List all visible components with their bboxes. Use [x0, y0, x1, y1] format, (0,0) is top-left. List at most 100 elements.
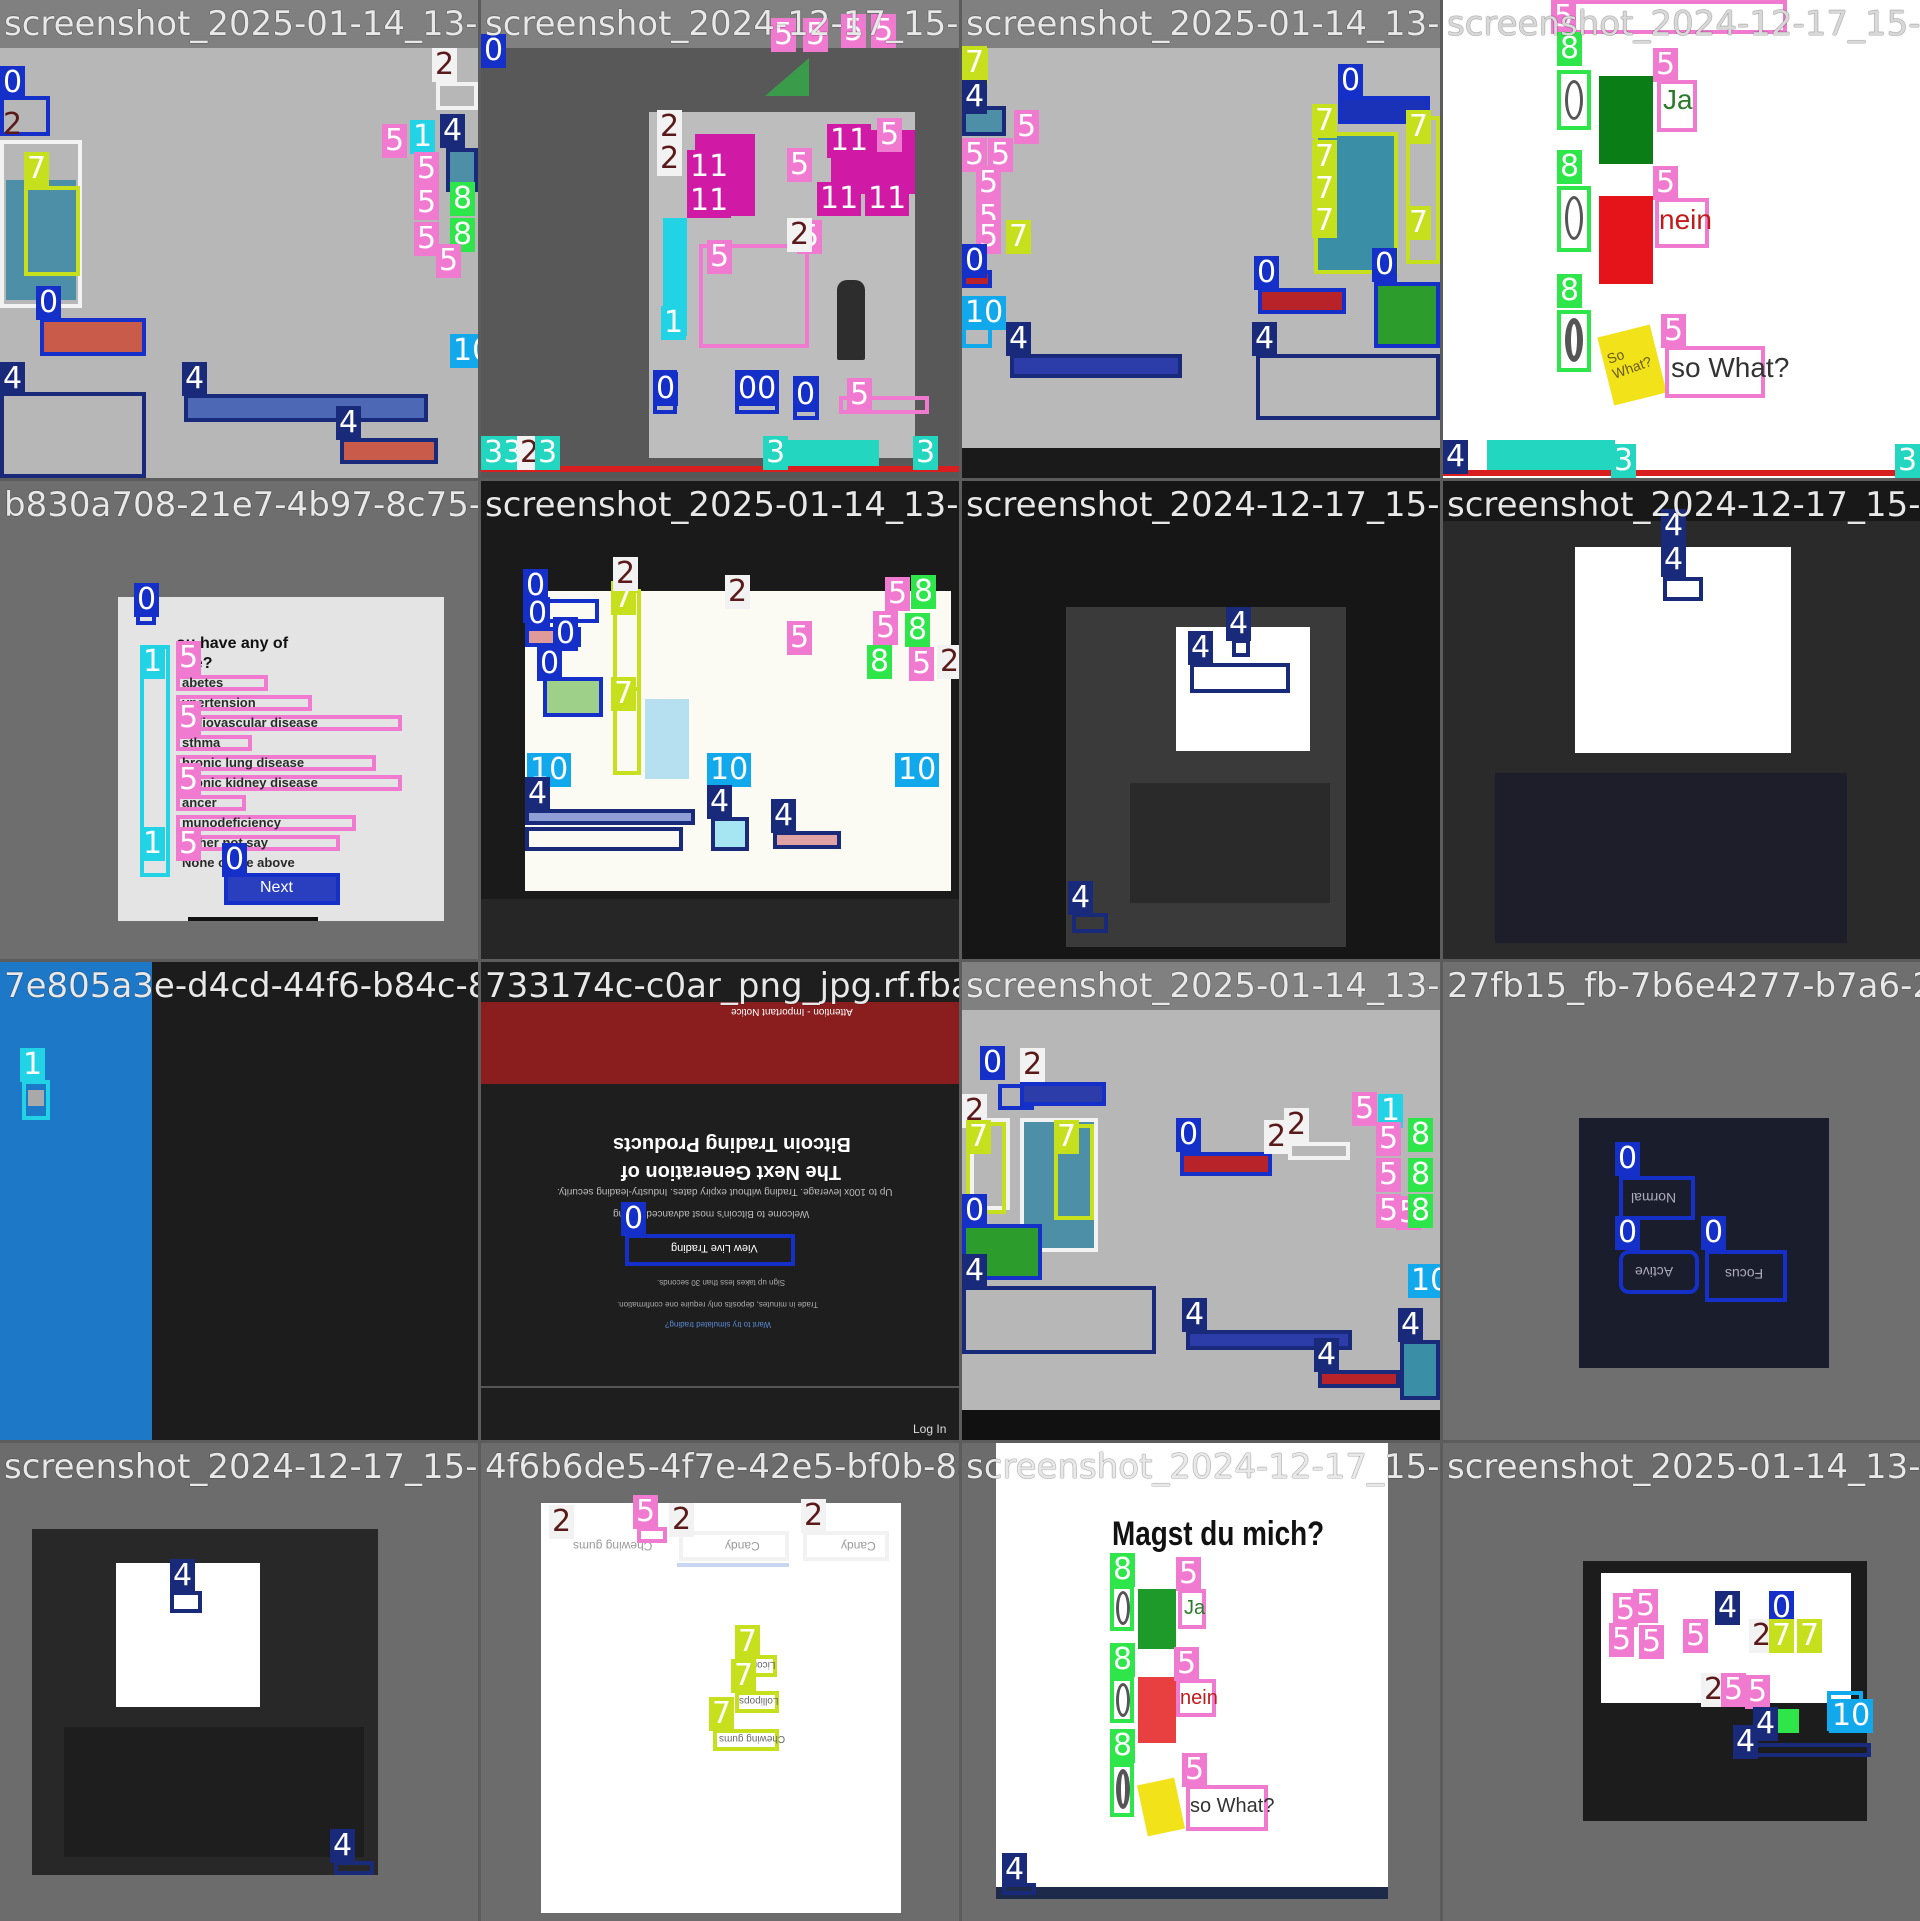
detect-box	[1487, 440, 1615, 470]
detect-label: 7	[1312, 104, 1338, 138]
detect-label: 7	[1797, 1619, 1823, 1653]
detect-label: 2	[937, 645, 959, 679]
detect-box	[1010, 354, 1182, 378]
cta-button[interactable]: View Live Trading	[671, 1242, 758, 1254]
survey-option[interactable]: hronic kidney disease	[182, 775, 318, 790]
detect-label: 4	[1715, 1591, 1741, 1625]
detect-label: 5	[1661, 314, 1687, 348]
option-label-sowhat: so What?	[1190, 1795, 1275, 1817]
detect-label: 5	[1376, 1158, 1402, 1192]
detect-label: 8	[1110, 1643, 1136, 1677]
detection-grid: screenshot_2025-01-14_13-37-26_png.rf.20…	[0, 0, 1920, 1921]
checkbox-icon[interactable]	[28, 1090, 44, 1106]
tile-filename: screenshot_2025-01-14_13-26-fb15_png.rf.…	[966, 966, 1440, 1006]
detect-label: 10	[962, 296, 1007, 330]
next-button[interactable]: Next	[260, 879, 293, 897]
detect-label: 100	[1408, 1264, 1440, 1298]
tile-filename: screenshot_2024-12-17_15-47-44_png.rf.20…	[966, 485, 1440, 525]
detect-box	[711, 817, 749, 851]
detect-label: 4	[330, 1829, 356, 1863]
detect-label: 4	[1252, 322, 1278, 356]
button-focus[interactable]: Focus	[1725, 1266, 1763, 1282]
detect-label: 4	[1226, 607, 1252, 641]
option-label-ja: Ja	[1663, 84, 1693, 115]
radio-ja[interactable]	[1116, 1591, 1130, 1625]
dropdown-3[interactable]: Candy	[841, 1539, 876, 1553]
detect-box	[1374, 282, 1440, 348]
detect-label: 4	[440, 114, 466, 148]
tile-3: screenshot_2025-01-14_13-37-36_png.rf.20…	[962, 0, 1440, 478]
detect-label: 7	[735, 1625, 761, 1659]
radio-ja[interactable]	[1565, 80, 1583, 120]
detect-label: 8	[1110, 1729, 1136, 1763]
hero-title-2: Bitcoin Trading Products	[613, 1133, 851, 1155]
detect-box	[1258, 288, 1346, 314]
detect-label: 2	[725, 575, 751, 609]
dropdown-item-2[interactable]: Lollipops	[739, 1695, 778, 1706]
detect-label: 0	[1615, 1216, 1641, 1250]
detect-label: 5	[787, 621, 813, 655]
color-block-red	[1599, 196, 1653, 284]
detect-label: 8	[1408, 1194, 1434, 1228]
code-editor	[1130, 783, 1330, 903]
detect-label: 1	[140, 827, 166, 861]
detect-label: 5	[787, 148, 813, 182]
login-link[interactable]: Log In	[913, 1422, 946, 1436]
radio-nein[interactable]	[1565, 196, 1583, 240]
detect-label: 2	[3, 107, 23, 142]
survey-option[interactable]: sthma	[182, 735, 220, 750]
tile-filename: screenshot_2024-12-17_15-43-38_png.rf.20…	[966, 1447, 1440, 1487]
detect-label: 4	[1753, 1707, 1779, 1741]
tile-8: screenshot_2024-12-17_15- 4 4	[1443, 481, 1920, 959]
detect-label: 10	[450, 334, 478, 368]
button-normal[interactable]: Normal	[1631, 1190, 1676, 1206]
detect-box	[340, 438, 438, 464]
detect-label: 4	[1006, 322, 1032, 356]
detect-label: 2	[657, 142, 683, 176]
detect-box	[184, 394, 428, 422]
detect-label: 5	[176, 641, 202, 675]
divider	[481, 1386, 959, 1388]
detect-label: 0	[1176, 1118, 1202, 1152]
code-panel	[481, 899, 959, 959]
detect-label: 5	[1352, 1092, 1378, 1126]
detect-label: 1	[140, 645, 166, 679]
detect-label: 4	[1443, 440, 1469, 474]
detect-box	[1288, 1142, 1350, 1160]
detect-box	[1400, 1340, 1440, 1400]
detect-label: 5	[1653, 166, 1679, 200]
detect-label: 5	[847, 378, 873, 412]
detect-label: 5	[1609, 1623, 1635, 1657]
dropdown-2[interactable]: Candy	[725, 1539, 760, 1553]
detect-label: 2	[1264, 1120, 1290, 1154]
small-text-2: Trade in minutes, deposits only require …	[617, 1300, 819, 1309]
detect-label: 7	[1312, 140, 1338, 174]
detect-label: 2	[613, 557, 639, 591]
detect-label: 0	[0, 66, 26, 100]
survey-option[interactable]: ancer	[182, 795, 217, 810]
radio-sowhat[interactable]	[1565, 318, 1583, 362]
radio-nein[interactable]	[1116, 1683, 1130, 1717]
button-active[interactable]: Active	[1635, 1264, 1673, 1280]
option-label-ja: Ja	[1184, 1597, 1206, 1619]
detect-box	[1256, 354, 1440, 420]
dropdown-item-3[interactable]: Chewing gums	[719, 1733, 785, 1744]
option-label-nein: nein	[1180, 1687, 1218, 1709]
detect-label: 3	[1611, 444, 1637, 478]
survey-option[interactable]: abetes	[182, 675, 223, 690]
detect-label: 3	[1895, 444, 1920, 478]
small-text-3[interactable]: Want to try simulated trading?	[665, 1320, 771, 1329]
detect-box	[170, 1591, 202, 1613]
detect-label: 11	[827, 124, 872, 158]
survey-option[interactable]: ardiovascular disease	[182, 715, 318, 730]
tile-11: screenshot_2025-01-14_13-26-fb15_png.rf.…	[962, 962, 1440, 1440]
detect-label: 5	[436, 244, 462, 278]
detect-label: 0	[36, 286, 62, 320]
detect-label: 7	[1054, 1120, 1080, 1154]
radio-sowhat[interactable]	[1116, 1769, 1130, 1809]
detect-box	[1180, 1152, 1272, 1176]
detect-box	[1739, 1743, 1871, 1757]
detect-label: 10	[1829, 1699, 1874, 1733]
code-editor	[64, 1727, 364, 1857]
detect-label: 4	[1661, 543, 1687, 577]
